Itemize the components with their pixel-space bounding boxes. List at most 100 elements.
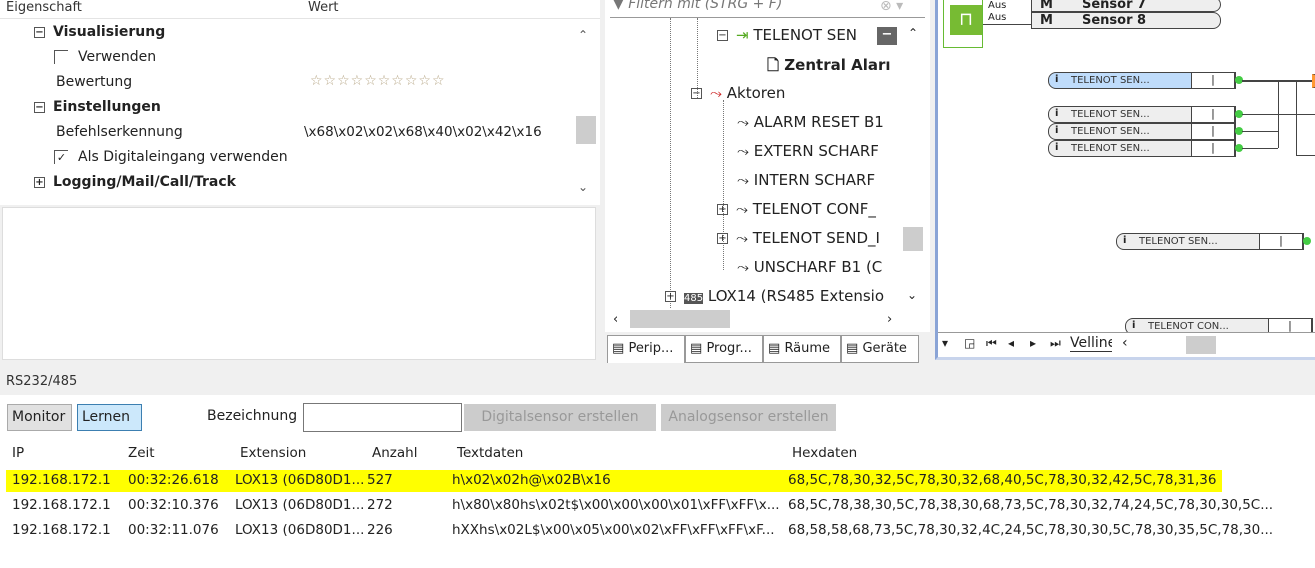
create-analog-sensor-button[interactable]: Analogsensor erstellen: [661, 404, 836, 431]
name-input[interactable]: [303, 403, 462, 432]
cell-hex-data[interactable]: 68,5C,78,30,32,5C,78,30,32,68,40,5C,78,3…: [788, 472, 1216, 488]
scrollbar-thumb[interactable]: [903, 227, 923, 251]
collapse-icon[interactable]: −: [717, 30, 728, 41]
scroll-down-icon[interactable]: ⌄: [578, 180, 588, 194]
tab-peripherie[interactable]: ▤ Perip...: [607, 335, 685, 363]
dropdown-icon[interactable]: ▾: [942, 336, 948, 350]
cell-extension[interactable]: LOX13 (06D80D1...: [235, 522, 364, 538]
expand-icon[interactable]: +: [717, 204, 728, 215]
rating-stars[interactable]: ☆☆☆☆☆☆☆☆☆☆: [310, 73, 446, 89]
block-telenot-sen[interactable]: i TELENOT SEN... |: [1048, 123, 1236, 140]
output-label-aus-2: Aus: [988, 12, 1007, 23]
filter-input[interactable]: ▼ Filtern mit (STRG + F): [613, 0, 782, 12]
tree-item-intern-scharf[interactable]: ⤳ INTERN SCHARF: [737, 171, 875, 189]
group-logging[interactable]: + Logging/Mail/Call/Track: [34, 174, 236, 190]
cell-count[interactable]: 272: [367, 497, 393, 513]
sensor-8-block[interactable]: M Sensor 8: [1031, 12, 1221, 29]
cell-text-data[interactable]: h\x80\x80hs\x02t$\x00\x00\x00\x01\xFF\xF…: [452, 497, 786, 513]
cell-extension[interactable]: LOX13 (06D80D1...: [235, 497, 364, 513]
cell-extension[interactable]: LOX13 (06D80D1...: [235, 472, 364, 488]
prop-befehlserkennung-value[interactable]: \x68\x02\x02\x68\x40\x02\x42\x16: [304, 124, 542, 140]
tree-item-telenot-sen[interactable]: − ⇥ TELENOT SEN: [717, 26, 857, 44]
col-hexdaten[interactable]: Hexdaten: [792, 445, 857, 461]
tree-item-telenot-conf[interactable]: + ⤳ TELENOT CONF_: [717, 200, 876, 218]
document-icon: 🗋: [767, 56, 780, 74]
messages-table: IP Zeit Extension Anzahl Textdaten Hexda…: [0, 440, 1315, 568]
block-telenot-sen-selected[interactable]: i TELENOT SEN... |: [1048, 72, 1236, 89]
cell-ip[interactable]: 192.168.172.1: [12, 522, 111, 538]
scroll-right-icon[interactable]: ›: [887, 312, 892, 327]
tree-item-aktoren[interactable]: − ⤳ Aktoren: [691, 84, 785, 102]
first-page-icon[interactable]: ⏮: [986, 336, 997, 351]
group-visualisierung[interactable]: − Visualisierung: [34, 24, 165, 40]
tree-item-telenot-send[interactable]: + ⤳ TELENOT SEND_I: [717, 229, 880, 247]
block-telenot-sen[interactable]: i TELENOT SEN... |: [1048, 140, 1236, 157]
collapse-icon[interactable]: −: [34, 101, 45, 113]
hscrollbar-thumb[interactable]: [630, 310, 730, 328]
minimize-icon[interactable]: −: [877, 27, 897, 45]
checkbox-icon[interactable]: ✓: [54, 150, 68, 164]
col-header-value[interactable]: Wert: [308, 0, 339, 15]
cell-time[interactable]: 00:32:11.076: [128, 522, 219, 538]
tab-programme[interactable]: ▤ Progr...: [685, 335, 763, 363]
scrollbar-thumb[interactable]: [576, 116, 596, 144]
cell-ip[interactable]: 192.168.172.1: [12, 497, 111, 513]
tree-item-extern-scharf[interactable]: ⤳ EXTERN SCHARF: [737, 142, 879, 160]
col-ip[interactable]: IP: [12, 445, 24, 461]
group-einstellungen[interactable]: − Einstellungen: [34, 99, 161, 115]
page-restore-icon[interactable]: ◲: [964, 336, 975, 350]
block-telenot-sen[interactable]: i TELENOT SEN... |: [1116, 233, 1304, 250]
scroll-down-icon[interactable]: ⌄: [907, 288, 917, 302]
col-header-property[interactable]: Eigenschaft: [6, 0, 82, 15]
col-extension[interactable]: Extension: [240, 445, 306, 461]
expand-icon[interactable]: +: [717, 233, 728, 244]
info-icon: i: [1055, 142, 1059, 153]
tree-item-lox14[interactable]: +485 LOX14 (RS485 Extensio: [665, 287, 884, 305]
col-anzahl[interactable]: Anzahl: [372, 445, 417, 461]
sensor-7-block[interactable]: M Sensor 7: [1031, 0, 1221, 12]
output-connector[interactable]: [1303, 237, 1311, 245]
clear-filter-icon[interactable]: ⊗ ▾: [880, 0, 903, 14]
scroll-left-icon[interactable]: ‹: [613, 312, 618, 327]
cell-count[interactable]: 226: [367, 522, 393, 538]
monitor-button[interactable]: Monitor: [7, 404, 72, 431]
collapse-icon[interactable]: −: [34, 26, 45, 38]
tree-item-zentral-alarm[interactable]: 🗋 Zentral Aları: [767, 55, 891, 80]
tab-geraete[interactable]: ▤ Geräte: [841, 335, 919, 363]
tree-item-alarm-reset[interactable]: ⤳ ALARM RESET B1: [737, 113, 884, 131]
tab-raeume[interactable]: ▤ Räume: [763, 335, 841, 363]
cell-time[interactable]: 00:32:10.376: [128, 497, 219, 513]
scroll-left-icon[interactable]: ‹: [1122, 335, 1128, 351]
output-icon: ⤳: [736, 200, 749, 218]
cell-text-data[interactable]: hXXhs\x02L$\x00\x05\x00\x02\xFF\xFF\xFF\…: [452, 522, 786, 538]
expand-icon[interactable]: +: [665, 291, 676, 302]
tree-item-unscharf[interactable]: ⤳ UNSCHARF B1 (C: [737, 258, 882, 276]
cell-hex-data[interactable]: 68,5C,78,38,30,5C,78,38,30,68,73,5C,78,3…: [788, 497, 1273, 513]
block-telenot-sen[interactable]: i TELENOT SEN... |: [1048, 106, 1236, 123]
cell-text-data[interactable]: h\x02\x02h@\x02B\x16: [452, 472, 786, 488]
tab-icon: ▤: [690, 341, 703, 356]
cell-count[interactable]: 527: [367, 472, 393, 488]
learn-button[interactable]: Lernen: [77, 404, 142, 431]
digital-input-icon: ⇥: [736, 26, 749, 44]
cell-ip[interactable]: 192.168.172.1: [12, 472, 111, 488]
page-tab[interactable]: Velline: [1070, 335, 1112, 352]
scroll-up-icon[interactable]: ⌃: [578, 28, 588, 42]
last-page-icon[interactable]: ⏭: [1050, 336, 1061, 351]
col-zeit[interactable]: Zeit: [128, 445, 155, 461]
next-page-icon[interactable]: ▸: [1030, 336, 1036, 350]
col-textdaten[interactable]: Textdaten: [457, 445, 523, 461]
scroll-up-icon[interactable]: ⌃: [908, 26, 918, 40]
cell-hex-data[interactable]: 68,58,58,68,73,5C,78,30,32,4C,24,5C,78,3…: [788, 522, 1273, 538]
prev-page-icon[interactable]: ◂: [1008, 336, 1014, 350]
expand-icon[interactable]: +: [34, 176, 45, 188]
cell-time[interactable]: 00:32:26.618: [128, 472, 219, 488]
hscrollbar-thumb[interactable]: [1186, 336, 1216, 354]
checkbox-icon[interactable]: [54, 50, 68, 64]
checkbox-digitaleingang[interactable]: ✓ Als Digitaleingang verwenden: [54, 149, 288, 165]
diagram-canvas[interactable]: ⊓ Aus Aus M Sensor 7 M Sensor 8 i TELENOT S…: [935, 0, 1315, 360]
checkbox-verwenden[interactable]: Verwenden: [54, 49, 156, 65]
create-digital-sensor-button[interactable]: Digitalsensor erstellen: [464, 404, 656, 431]
collapse-icon[interactable]: −: [691, 88, 702, 99]
panel-title: RS232/485: [6, 374, 78, 389]
